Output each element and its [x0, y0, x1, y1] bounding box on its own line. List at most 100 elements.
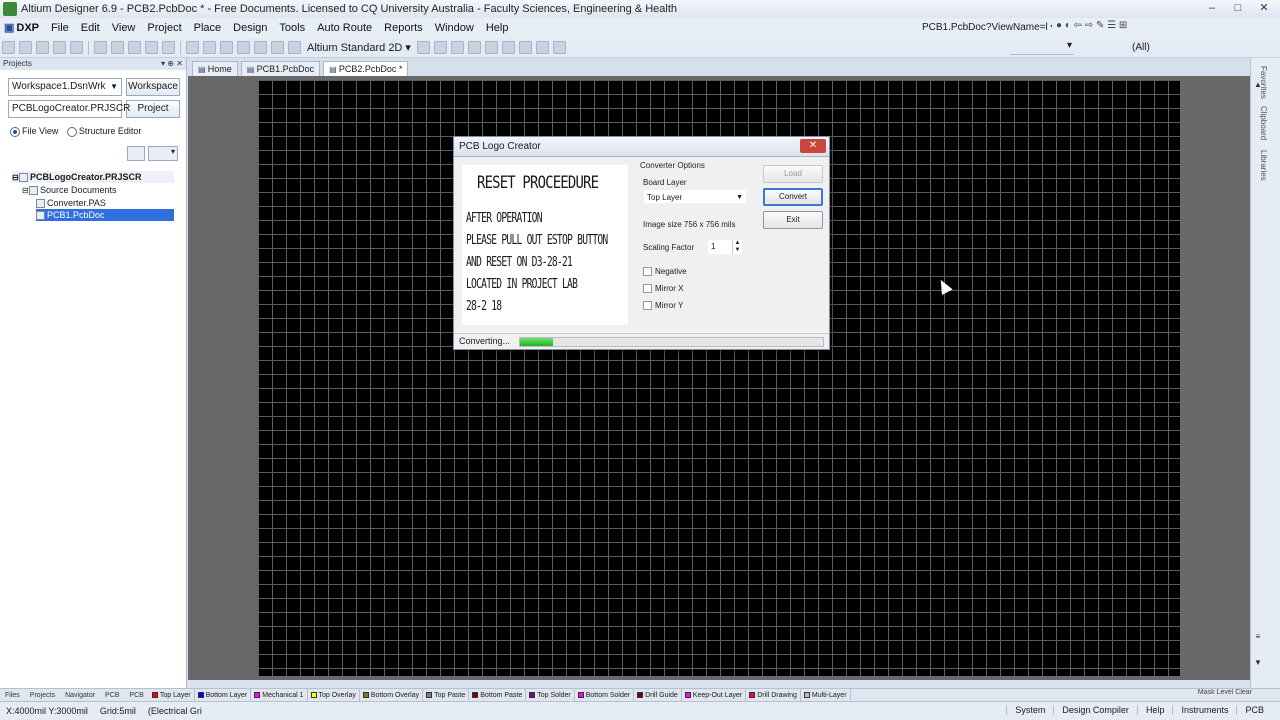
- exit-button[interactable]: Exit: [763, 211, 823, 229]
- pcb-panel-button[interactable]: PCB: [1236, 705, 1272, 715]
- project-button[interactable]: Project: [126, 100, 180, 118]
- spin-arrows-icon[interactable]: ▲ ▼: [732, 240, 742, 254]
- dialog-close-button[interactable]: ✕: [800, 139, 826, 153]
- print-icon[interactable]: [53, 41, 66, 54]
- layer-tab-bottom-paste[interactable]: Bottom Paste: [469, 689, 527, 701]
- checkbox-box[interactable]: [643, 301, 652, 311]
- workspace-button[interactable]: Workspace: [126, 78, 180, 96]
- pencil-icon[interactable]: [271, 41, 284, 54]
- scroll-handle-icon[interactable]: ≡: [1253, 632, 1263, 642]
- scroll-down-icon[interactable]: ▼: [1253, 658, 1263, 668]
- panel-tab-navigator[interactable]: Navigator: [60, 692, 100, 699]
- cut-icon[interactable]: [128, 41, 141, 54]
- scaling-factor-stepper[interactable]: 1 ▲ ▼: [708, 240, 742, 254]
- interactive-route-icon[interactable]: [433, 41, 447, 54]
- layer-tab-bottom-overlay[interactable]: Bottom Overlay: [360, 689, 424, 701]
- project-field[interactable]: PCBLogoCreator.PRJSCR: [8, 100, 130, 118]
- tree-converter-pas[interactable]: Converter.PAS: [36, 197, 106, 209]
- tree-source-documents[interactable]: ⊟ Source Documents: [22, 184, 117, 196]
- redo-icon[interactable]: [254, 41, 267, 54]
- fill-icon[interactable]: [501, 41, 515, 54]
- panel-tab-pcb[interactable]: PCB: [100, 692, 124, 699]
- menu-project[interactable]: Project: [141, 18, 187, 38]
- copy-icon[interactable]: [145, 41, 158, 54]
- clipboard-tab[interactable]: Clipboard: [1259, 106, 1268, 140]
- options-button[interactable]: ▾: [148, 146, 178, 161]
- menu-window[interactable]: Window: [429, 18, 480, 38]
- menu-file[interactable]: File: [45, 18, 75, 38]
- pad-icon[interactable]: [450, 41, 464, 54]
- component-icon[interactable]: [552, 41, 566, 54]
- expander-icon[interactable]: ⊟: [22, 185, 29, 197]
- tab-home[interactable]: Home: [192, 61, 238, 76]
- panel-tab-pcb-2[interactable]: PCB: [124, 692, 148, 699]
- layer-tab-mechanical-1[interactable]: Mechanical 1: [251, 689, 308, 701]
- scroll-up-icon[interactable]: ▲: [1253, 80, 1263, 90]
- close-button[interactable]: ✕: [1252, 1, 1276, 17]
- menu-edit[interactable]: Edit: [75, 18, 106, 38]
- tab-pcb2[interactable]: PCB2.PcbDoc *: [323, 61, 409, 76]
- help-panel-button[interactable]: Help: [1136, 705, 1173, 715]
- save-icon[interactable]: [36, 41, 49, 54]
- via-icon[interactable]: [467, 41, 481, 54]
- deselect-icon[interactable]: [220, 41, 233, 54]
- layer-tab-top-layer[interactable]: Top Layer: [149, 689, 195, 701]
- expander-icon[interactable]: ⊟: [12, 172, 19, 184]
- layer-tab-top-paste[interactable]: Top Paste: [423, 689, 470, 701]
- menu-dxp[interactable]: DXP: [0, 18, 45, 38]
- layer-tab-bottom-solder[interactable]: Bottom Solder: [575, 689, 635, 701]
- layer-tab-top-overlay[interactable]: Top Overlay: [308, 689, 360, 701]
- filter-all-combo[interactable]: (All): [1132, 40, 1248, 55]
- new-icon[interactable]: [2, 41, 15, 54]
- layer-tab-multi-layer[interactable]: Multi-Layer: [801, 689, 851, 701]
- route-icon[interactable]: [416, 41, 430, 54]
- menu-view[interactable]: View: [106, 18, 142, 38]
- checkbox-box[interactable]: [643, 267, 652, 277]
- menu-place[interactable]: Place: [188, 18, 228, 38]
- mirror-x-checkbox[interactable]: Mirror X: [643, 284, 683, 294]
- tab-pcb1[interactable]: PCB1.PcbDoc: [240, 61, 321, 76]
- menu-reports[interactable]: Reports: [378, 18, 429, 38]
- layer-tab-drill-guide[interactable]: Drill Guide: [634, 689, 682, 701]
- load-button[interactable]: Load: [763, 165, 823, 183]
- view-config-select[interactable]: Altium Standard 2D ▾: [303, 39, 415, 57]
- menu-design[interactable]: Design: [227, 18, 273, 38]
- system-panel-button[interactable]: System: [1006, 705, 1053, 715]
- polygon-icon[interactable]: [518, 41, 532, 54]
- filter-combo[interactable]: ▾: [1010, 40, 1074, 55]
- maximize-button[interactable]: □: [1226, 1, 1250, 17]
- layer-tab-drill-drawing[interactable]: Drill Drawing: [746, 689, 801, 701]
- undo-icon[interactable]: [237, 41, 250, 54]
- workspace-select[interactable]: Workspace1.DsnWrk ▼: [8, 78, 122, 96]
- zoom-icon[interactable]: [70, 41, 83, 54]
- mask-level-control[interactable]: Mask Level Clear: [1198, 689, 1252, 696]
- tree-project-item[interactable]: ⊟ PCBLogoCreator.PRJSCR: [12, 171, 174, 183]
- move-icon[interactable]: [203, 41, 216, 54]
- dialog-titlebar[interactable]: PCB Logo Creator ✕: [454, 137, 829, 157]
- menu-auto-route[interactable]: Auto Route: [311, 18, 378, 38]
- negative-checkbox[interactable]: Negative: [643, 267, 687, 277]
- open-icon[interactable]: [19, 41, 32, 54]
- arc-icon[interactable]: [484, 41, 498, 54]
- instruments-panel-button[interactable]: Instruments: [1172, 705, 1236, 715]
- panel-tab-files[interactable]: Files: [0, 692, 25, 699]
- convert-button[interactable]: Convert: [763, 188, 823, 206]
- browse-icon[interactable]: [288, 41, 301, 54]
- mirror-y-checkbox[interactable]: Mirror Y: [643, 301, 683, 311]
- design-compiler-panel-button[interactable]: Design Compiler: [1053, 705, 1137, 715]
- structure-editor-radio[interactable]: [66, 126, 77, 137]
- zoom-fit-icon[interactable]: [94, 41, 107, 54]
- menu-tools[interactable]: Tools: [273, 18, 311, 38]
- file-view-radio[interactable]: [10, 126, 20, 137]
- layer-tab-top-solder[interactable]: Top Solder: [526, 689, 575, 701]
- document-path-combo[interactable]: PCB1.PcbDoc?ViewName=l ▾: [922, 20, 1052, 36]
- zoom-area-icon[interactable]: [111, 41, 124, 54]
- layer-tab-keep-out[interactable]: Keep-Out Layer: [682, 689, 747, 701]
- paste-icon[interactable]: [162, 41, 175, 54]
- refresh-button[interactable]: [127, 146, 145, 161]
- board-layer-select[interactable]: Top Layer ▼: [643, 189, 747, 204]
- libraries-tab[interactable]: Libraries: [1259, 150, 1268, 181]
- minimize-button[interactable]: –: [1200, 1, 1224, 17]
- panel-controls[interactable]: ▾ ⊕ ✕: [161, 58, 183, 70]
- tree-pcb1-item[interactable]: PCB1.PcbDoc: [36, 209, 174, 221]
